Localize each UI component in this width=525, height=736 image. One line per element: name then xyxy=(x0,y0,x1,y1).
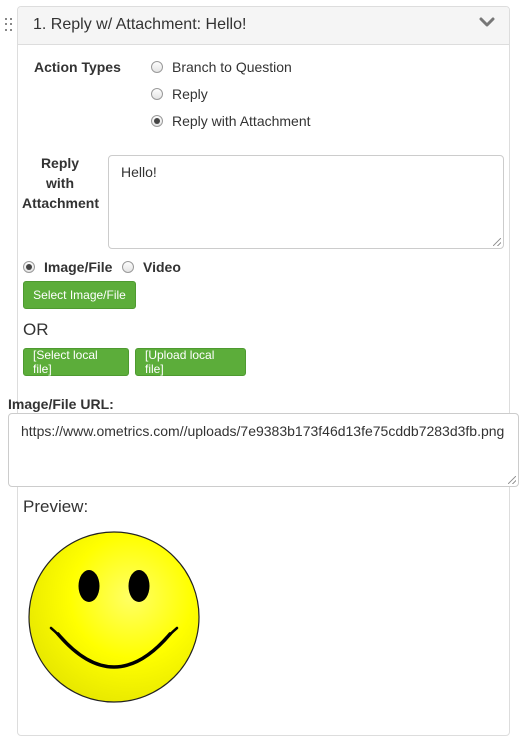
smiley-face-preview-image xyxy=(28,531,200,703)
radio-label: Reply xyxy=(172,86,208,102)
radio-image-file[interactable]: Image/File xyxy=(23,259,112,275)
upload-local-file-button[interactable]: [Upload local file] xyxy=(135,348,246,376)
radio-label: Video xyxy=(143,259,181,275)
resize-grip-icon[interactable] xyxy=(508,476,516,484)
radio-label: Branch to Question xyxy=(172,59,292,75)
select-image-file-button[interactable]: Select Image/File xyxy=(23,281,136,309)
preview-label: Preview: xyxy=(23,497,89,516)
label-line: Attachment xyxy=(22,195,100,211)
label-line: with xyxy=(46,175,74,191)
reply-attachment-panel: 1. Reply w/ Attachment: Hello! Action Ty… xyxy=(17,6,510,736)
chevron-down-icon[interactable] xyxy=(479,17,495,29)
radio-button-checked[interactable] xyxy=(151,115,163,127)
radio-label: Reply with Attachment xyxy=(172,113,311,129)
url-text: https://www.ometrics.com//uploads/7e9383… xyxy=(21,423,505,439)
panel-header[interactable]: 1. Reply w/ Attachment: Hello! xyxy=(18,7,509,45)
radio-reply[interactable]: Reply xyxy=(151,86,208,102)
label-line: Reply xyxy=(40,155,80,171)
reply-textarea[interactable]: Hello! xyxy=(108,155,504,249)
select-local-file-button[interactable]: [Select local file] xyxy=(23,348,129,376)
radio-button[interactable] xyxy=(151,88,163,100)
radio-video[interactable]: Video xyxy=(122,259,181,275)
reply-with-attachment-label: Reply with Attachment xyxy=(22,153,100,213)
or-divider-text: OR xyxy=(23,320,49,339)
image-file-url-input[interactable]: https://www.ometrics.com//uploads/7e9383… xyxy=(8,413,519,487)
radio-button[interactable] xyxy=(122,261,134,273)
radio-label: Image/File xyxy=(44,259,113,275)
image-file-url-label: Image/File URL: xyxy=(8,396,114,412)
radio-button-checked[interactable] xyxy=(23,261,35,273)
drag-handle-icon[interactable] xyxy=(5,18,13,32)
radio-reply-with-attachment[interactable]: Reply with Attachment xyxy=(151,113,311,129)
reply-text: Hello! xyxy=(121,164,157,180)
radio-button[interactable] xyxy=(151,61,163,73)
resize-grip-icon[interactable] xyxy=(493,238,501,246)
panel-title: 1. Reply w/ Attachment: Hello! xyxy=(33,16,247,33)
action-types-label: Action Types xyxy=(34,59,121,75)
radio-branch-to-question[interactable]: Branch to Question xyxy=(151,59,292,75)
